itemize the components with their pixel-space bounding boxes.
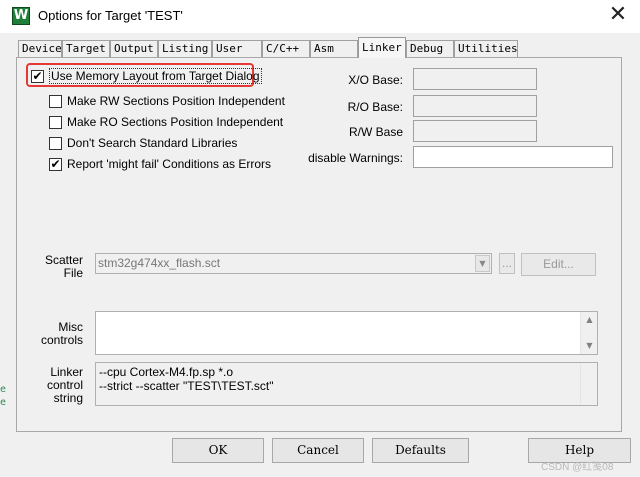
tab-c-cpp[interactable]: C/C++ xyxy=(262,40,310,57)
use-memory-layout-checkbox[interactable]: ✔ xyxy=(31,70,44,83)
misc-label-line2: controls xyxy=(40,333,83,347)
scatter-file-label: Scatter File xyxy=(20,254,83,280)
misc-scrollbar[interactable]: ▲ ▼ xyxy=(580,312,597,354)
ro-base-label: R/O Base: xyxy=(347,100,403,114)
watermark: CSDN @红笺08 xyxy=(541,462,614,473)
misc-controls-textbox[interactable]: ▲ ▼ xyxy=(95,311,598,355)
scroll-up-icon[interactable]: ▲ xyxy=(581,312,598,328)
make-rw-position-independent-label: Make RW Sections Position Independent xyxy=(67,94,285,108)
linker-scrollbar[interactable] xyxy=(580,363,597,405)
tab-listing[interactable]: Listing xyxy=(158,40,212,57)
disable-warnings-label: disable Warnings: xyxy=(308,151,403,165)
linker-string-line-1: --cpu Cortex-M4.fp.sp *.o xyxy=(99,365,234,379)
app-icon: W xyxy=(12,7,30,25)
ok-button[interactable]: OK xyxy=(172,438,264,463)
make-ro-position-independent-checkbox[interactable] xyxy=(49,116,62,129)
window-title: Options for Target 'TEST' xyxy=(38,8,183,23)
chevron-down-icon[interactable]: ▼ xyxy=(475,255,490,272)
linker-control-string-label: Linker control string xyxy=(20,366,83,405)
edge-fragment: e xyxy=(0,384,7,395)
edge-fragment: e xyxy=(0,397,7,408)
edit-scatter-button[interactable]: Edit... xyxy=(521,253,596,276)
tab-linker[interactable]: Linker xyxy=(358,37,406,58)
disable-warnings-field[interactable] xyxy=(413,146,613,168)
cancel-button[interactable]: Cancel xyxy=(272,438,364,463)
linker-label-line3: string xyxy=(53,391,83,405)
xo-base-label: X/O Base: xyxy=(348,73,403,87)
make-rw-position-independent-checkbox[interactable] xyxy=(49,95,62,108)
linker-control-string-box[interactable]: --cpu Cortex-M4.fp.sp *.o --strict --sca… xyxy=(95,362,598,406)
tab-utilities[interactable]: Utilities xyxy=(454,40,518,57)
scroll-down-icon[interactable]: ▼ xyxy=(581,338,598,354)
scatter-file-value: stm32g474xx_flash.sct xyxy=(98,256,221,270)
close-icon[interactable]: ✕ xyxy=(604,2,632,30)
checkmark-icon: ✔ xyxy=(50,157,61,171)
tab-user[interactable]: User xyxy=(212,40,262,57)
ro-base-field[interactable] xyxy=(413,95,537,117)
option-label-text: Use Memory Layout from Target Dialog xyxy=(49,68,262,84)
dont-search-libraries-checkbox[interactable] xyxy=(49,137,62,150)
report-might-fail-checkbox[interactable]: ✔ xyxy=(49,158,62,171)
tab-output[interactable]: Output xyxy=(110,40,158,57)
tab-debug[interactable]: Debug xyxy=(406,40,454,57)
scatter-file-combo[interactable]: stm32g474xx_flash.sct ▼ xyxy=(95,253,492,274)
tab-asm[interactable]: Asm xyxy=(310,40,358,57)
rw-base-label: R/W Base xyxy=(348,125,403,139)
xo-base-field[interactable] xyxy=(413,68,537,90)
misc-controls-label: Misc controls xyxy=(20,321,83,347)
scatter-label-line2: File xyxy=(63,266,83,280)
rw-base-field[interactable] xyxy=(413,120,537,142)
linker-string-line-2: --strict --scatter "TEST\TEST.sct" xyxy=(99,379,274,393)
tab-device[interactable]: Device xyxy=(18,40,62,57)
browse-button[interactable]: ... xyxy=(499,253,515,274)
defaults-button[interactable]: Defaults xyxy=(372,438,469,463)
report-might-fail-label: Report 'might fail' Conditions as Errors xyxy=(67,157,271,171)
tab-target[interactable]: Target xyxy=(62,40,110,57)
checkmark-icon: ✔ xyxy=(32,69,43,83)
use-memory-layout-label: Use Memory Layout from Target Dialog xyxy=(49,68,262,84)
make-ro-position-independent-label: Make RO Sections Position Independent xyxy=(67,115,284,129)
background-window-edge: e e xyxy=(0,383,6,409)
dont-search-libraries-label: Don't Search Standard Libraries xyxy=(67,136,238,150)
